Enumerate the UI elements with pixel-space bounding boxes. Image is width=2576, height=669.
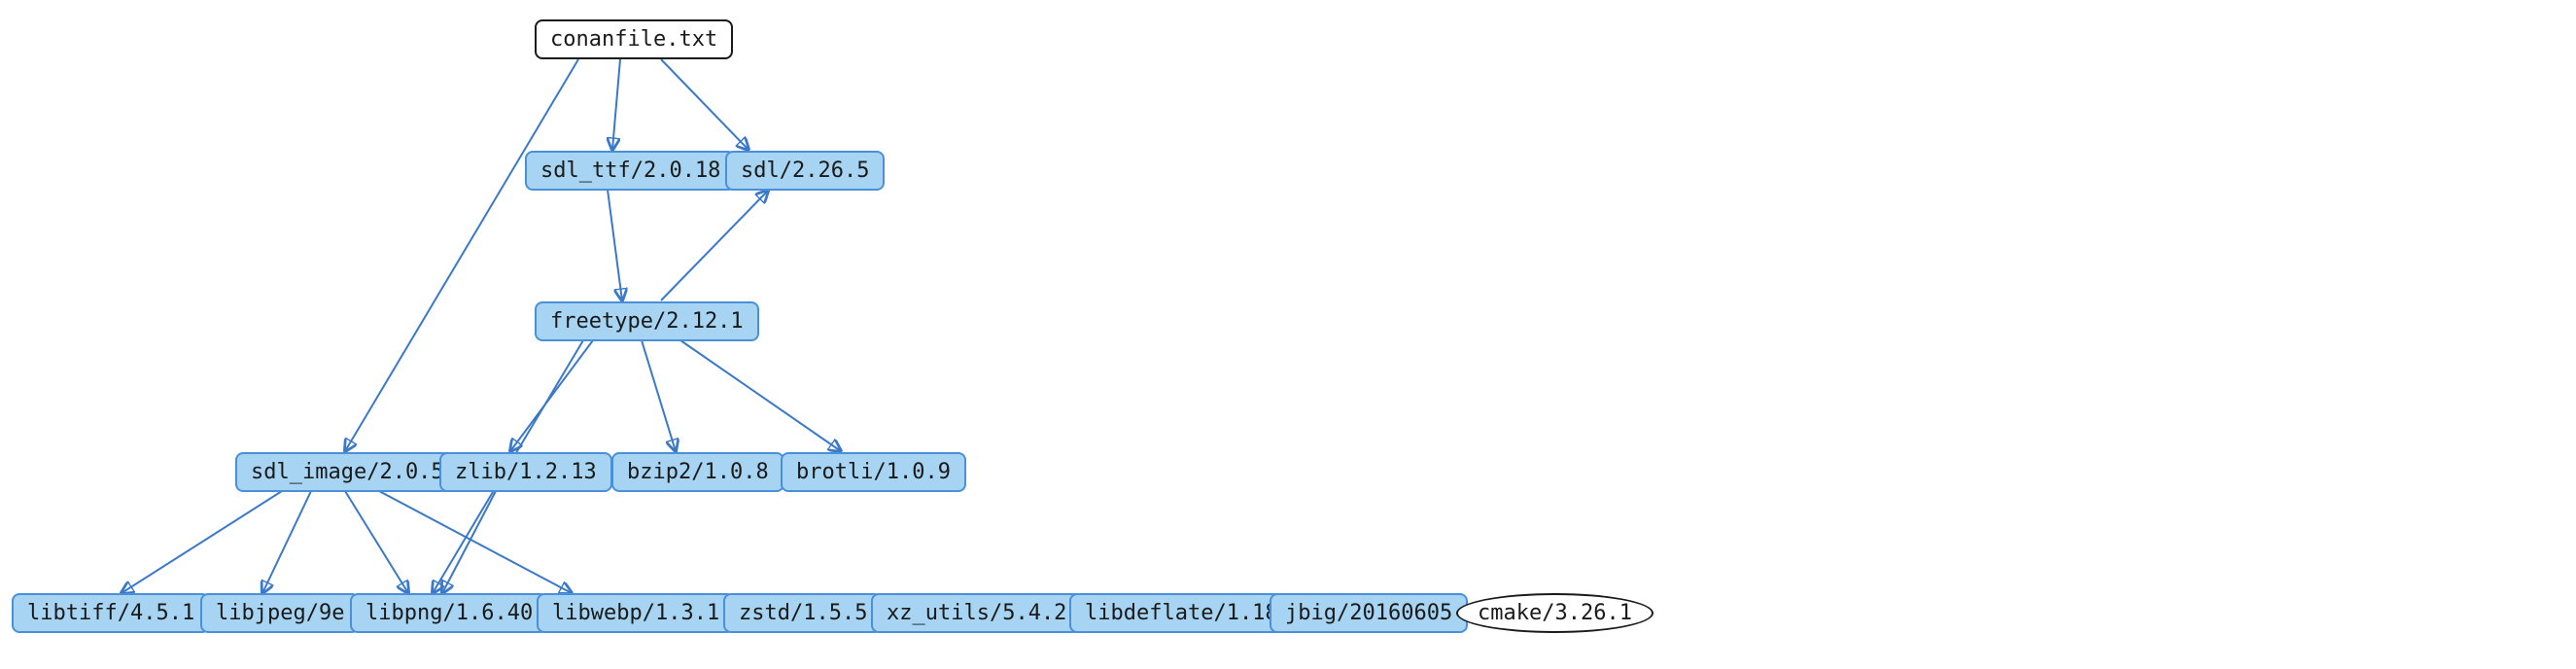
node-brotli: brotli/1.0.9 [781, 452, 966, 492]
edge [661, 59, 748, 150]
node-libpng: libpng/1.6.40 [350, 593, 548, 633]
node-cmake: cmake/3.26.1 [1456, 593, 1654, 633]
node-jbig: jbig/20160605 [1270, 593, 1468, 633]
edge [510, 340, 593, 451]
node-zstd: zstd/1.5.5 [723, 593, 883, 633]
node-conanfile: conanfile.txt [535, 19, 733, 59]
node-libdeflate: libdeflate/1.18 [1069, 593, 1294, 633]
node-libtiff: libtiff/4.5.1 [12, 593, 210, 633]
edge [661, 191, 768, 300]
edge-layer [0, 0, 2576, 669]
edge [612, 59, 620, 150]
node-sdl: sdl/2.26.5 [725, 151, 885, 191]
edge [345, 59, 578, 451]
node-libjpeg: libjpeg/9e [200, 593, 360, 633]
edge [122, 491, 282, 593]
edge [642, 340, 676, 451]
edge [680, 340, 841, 451]
node-bzip2: bzip2/1.0.8 [611, 452, 784, 492]
edge [262, 491, 311, 593]
node-libwebp: libwebp/1.3.1 [537, 593, 735, 633]
edge [379, 491, 572, 593]
node-zlib: zlib/1.2.13 [439, 452, 612, 492]
node-sdl-ttf: sdl_ttf/2.0.18 [525, 151, 736, 191]
edge [442, 491, 496, 593]
node-xz-utils: xz_utils/5.4.2 [871, 593, 1082, 633]
edge [608, 190, 622, 300]
node-freetype: freetype/2.12.1 [535, 301, 759, 341]
node-sdl-image: sdl_image/2.0.5 [235, 452, 460, 492]
edge [345, 491, 408, 593]
